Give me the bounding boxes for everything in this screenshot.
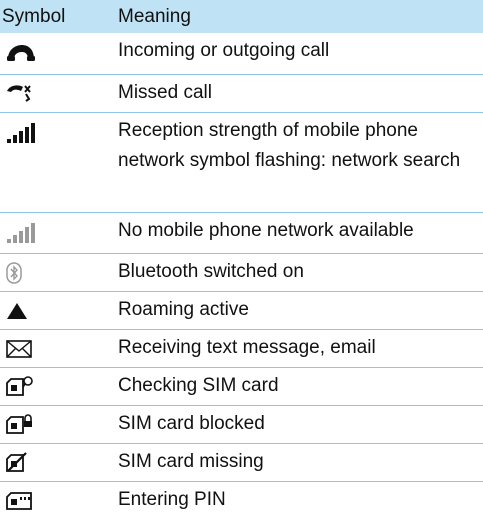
table-row: Incoming or outgoing call [0, 33, 483, 75]
table-row: Missed call [0, 75, 483, 113]
table-row: SIM card missing [0, 444, 483, 482]
table-row: Receiving text message, email [0, 330, 483, 368]
row-meaning: SIM card missing [118, 451, 264, 472]
signal-bars-icon [7, 123, 35, 143]
table-row: Entering PIN [0, 482, 483, 520]
sim-pin-icon [6, 492, 32, 510]
roaming-triangle-icon [7, 303, 27, 319]
table-header: Symbol Meaning [0, 0, 483, 33]
sim-missing-icon [6, 452, 27, 472]
signal-bars-grey-icon [7, 223, 35, 243]
missed-call-icon [7, 85, 31, 102]
row-meaning: Incoming or outgoing call [118, 40, 330, 61]
table-row: Bluetooth switched on [0, 254, 483, 292]
row-meaning: Bluetooth switched on [118, 261, 304, 282]
bluetooth-icon [6, 262, 22, 284]
row-meaning: Missed call [118, 82, 212, 103]
row-meaning: No mobile phone network available [118, 220, 414, 241]
row-meaning: Reception strength of mobile phone netwo… [118, 120, 461, 171]
table-row: Roaming active [0, 292, 483, 330]
table-row: Checking SIM card [0, 368, 483, 406]
symbol-column-header: Symbol [0, 0, 118, 33]
row-meaning: Roaming active [118, 299, 249, 320]
table-row: Reception strength of mobile phone netwo… [0, 113, 483, 213]
row-meaning: Receiving text message, email [118, 337, 376, 358]
sim-blocked-icon [6, 414, 32, 434]
table-row: No mobile phone network available [0, 213, 483, 254]
row-meaning: Checking SIM card [118, 375, 279, 396]
meaning-column-header: Meaning [118, 6, 191, 27]
envelope-icon [6, 340, 32, 358]
table-row: SIM card blocked [0, 406, 483, 444]
symbol-table: Symbol Meaning Incoming or outgoing call… [0, 0, 483, 520]
sim-checking-icon [6, 376, 33, 396]
symbol-header-label: Symbol [2, 6, 66, 27]
row-meaning: SIM card blocked [118, 413, 265, 434]
phone-handset-icon [7, 45, 35, 61]
row-meaning: Entering PIN [118, 489, 226, 510]
